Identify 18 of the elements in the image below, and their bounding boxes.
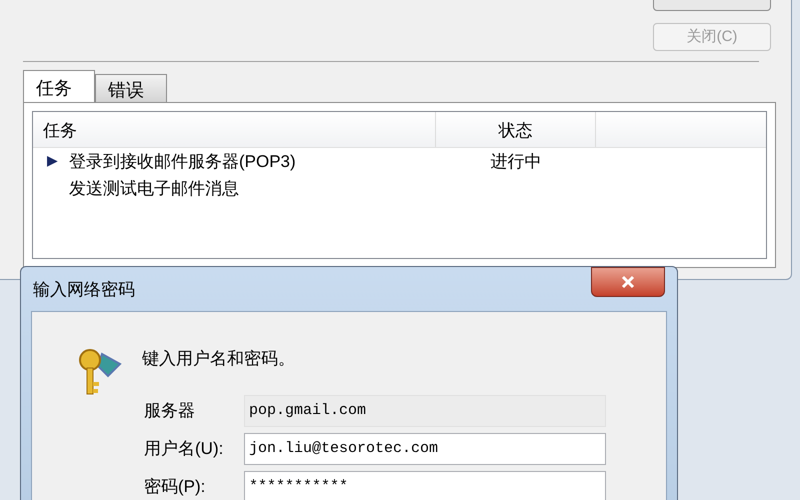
row-marker: ▶ (47, 152, 58, 171)
input-field[interactable]: pop.gmail.com (244, 394, 606, 426)
task-name: 发送测试电子邮件消息 (69, 178, 239, 200)
input-field[interactable]: jon.liu@tesorotec.com (244, 432, 606, 464)
task-name: 登录到接收邮件服务器(POP3) (69, 150, 296, 173)
task-status: 进行中 (490, 150, 542, 173)
column-header[interactable]: 任务 (33, 112, 436, 147)
column-header[interactable]: 状态 (436, 112, 596, 147)
tab[interactable]: 错误 (95, 74, 167, 102)
tab[interactable]: 任务 (23, 70, 95, 102)
prompt-text: 键入用户名和密码。 (142, 348, 296, 370)
field-label: 服务器 (144, 400, 196, 422)
field-label: 密码(P): (144, 476, 206, 498)
field-label: 用户名(U): (144, 438, 224, 460)
input-field[interactable]: *********** (244, 470, 606, 500)
close-icon (621, 275, 635, 289)
close-button[interactable] (591, 267, 665, 297)
dialog-title: 输入网络密码 (33, 279, 135, 301)
